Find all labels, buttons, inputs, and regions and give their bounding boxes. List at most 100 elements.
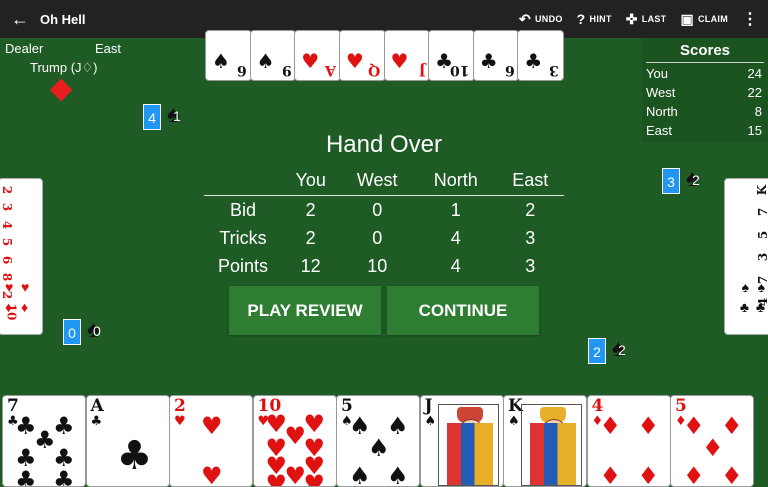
- table-header-row: You West North East: [204, 166, 564, 196]
- card-rank: 2 ♥: [174, 396, 186, 429]
- side-card-rank: 3: [756, 253, 768, 261]
- hand-card[interactable]: J ♠: [419, 395, 504, 487]
- back-arrow-icon[interactable]: ←: [0, 9, 40, 30]
- card-pip: ♦: [721, 462, 743, 487]
- column-header: [204, 166, 282, 196]
- hint-icon: ?: [576, 11, 586, 27]
- column-header: East: [496, 166, 564, 196]
- hand-card[interactable]: 4 ♦ ♦ ♦ ♦ ♦: [586, 395, 671, 487]
- card-rank: 9: [281, 62, 292, 78]
- card-pip: ♠: [256, 49, 275, 73]
- row-label: Tricks: [219, 227, 267, 248]
- card-pip: ♥: [21, 279, 30, 295]
- table-cell: 2: [305, 227, 316, 248]
- card-pip: ♣: [53, 466, 75, 487]
- card-rank: Q: [368, 62, 381, 78]
- hand-card[interactable]: A ♣ ♣: [85, 395, 170, 487]
- north-card: ♣ 3: [517, 30, 564, 81]
- card-pip: ♣: [524, 49, 543, 73]
- undo-button[interactable]: ↶ UNDO: [519, 11, 563, 28]
- tricks-count: 0: [93, 323, 101, 339]
- tricks-taken: ♠ 1: [167, 102, 189, 128]
- card-suit-icon: ♣: [90, 414, 103, 429]
- card-pip: ♣: [739, 299, 749, 315]
- table-cell: 1: [450, 199, 461, 220]
- bid-count: 2: [588, 338, 606, 364]
- table-row: Points 12 10 4 3: [204, 252, 564, 280]
- tricks-count: 2: [692, 172, 700, 188]
- north-card: ♠ 9: [249, 30, 297, 81]
- claim-button[interactable]: ▣ CLAIM: [680, 11, 728, 28]
- hand-card[interactable]: K ♠: [503, 395, 587, 487]
- hand-card[interactable]: 7 ♣ ♣ ♣ ♣ ♣ ♣ ♣ ♣: [2, 395, 86, 487]
- card-pip: ♥: [5, 279, 14, 295]
- card-rank: 6: [504, 62, 515, 78]
- continue-button[interactable]: CONTINUE: [387, 286, 539, 335]
- scores-panel: Scores You 24 West 22 North 8 East 15: [642, 38, 768, 142]
- last-trick-button[interactable]: ✜ LAST: [626, 11, 667, 28]
- north-card: ♥ A: [294, 30, 341, 81]
- card-pip: ♣: [755, 299, 765, 315]
- card-pip: ♦: [21, 299, 29, 315]
- card-pip: ♠: [757, 279, 765, 295]
- claim-icon: ▣: [680, 10, 694, 27]
- king-portrait: [521, 404, 582, 486]
- card-pip: ♦: [683, 462, 705, 487]
- claim-label: CLAIM: [698, 14, 728, 24]
- card-pip: ♦: [721, 412, 743, 440]
- player-hand: 7 ♣ ♣ ♣ ♣ ♣ ♣ ♣ ♣ A ♣ ♣ 2 ♥ ♥ ♥ 10 ♥ ♥ ♥ ♥ ♥ ♥ ♥ ♥ ♥ ♥ ♥ 5 ♠ ♠ ♠ ♠ ♠ ♠ J ♠ K ♠…: [2, 395, 768, 487]
- score-value: 8: [754, 104, 762, 119]
- hand-card[interactable]: 10 ♥ ♥ ♥ ♥ ♥ ♥ ♥ ♥ ♥ ♥ ♥: [252, 395, 337, 487]
- row-label: Bid: [229, 199, 256, 220]
- score-row: North 8: [642, 101, 768, 120]
- score-player: East: [646, 123, 673, 138]
- table-row: Bid 2 0 1 2: [204, 196, 564, 225]
- hand-over-table: You West North East Bid 2 0 1 2 Tricks 2…: [204, 166, 564, 280]
- score-player: West: [646, 85, 676, 100]
- table-cell: 2: [305, 199, 316, 220]
- card-suit-icon: ♠: [424, 414, 437, 429]
- side-card-rank: 3: [0, 203, 15, 212]
- card-pip: ♦: [637, 412, 660, 440]
- score-value: 15: [747, 123, 762, 138]
- side-card-rank: 4: [0, 220, 15, 230]
- card-pip: ♠: [349, 462, 371, 487]
- east-hand: K75374♠♠♣♣: [724, 178, 768, 335]
- app-title: Oh Hell: [40, 11, 86, 27]
- jack-portrait: [437, 404, 499, 486]
- trump-label: Trump (J♢): [30, 60, 98, 75]
- play-review-button[interactable]: PLAY REVIEW: [229, 286, 381, 335]
- card-pip: ♠: [741, 279, 749, 295]
- card-pip: ♦: [599, 412, 622, 440]
- card-pip: ♠: [212, 49, 230, 73]
- side-card-rank: 2: [0, 185, 15, 195]
- card-pip: ♥: [201, 462, 223, 487]
- side-card-rank: 6: [0, 255, 15, 264]
- side-card-rank: 7: [756, 208, 768, 216]
- row-label: Points: [217, 255, 269, 276]
- undo-label: UNDO: [534, 14, 563, 24]
- hand-card[interactable]: 5 ♦ ♦ ♦ ♦ ♦ ♦: [670, 395, 754, 487]
- overflow-menu-icon[interactable]: ⋮: [742, 9, 758, 29]
- tricks-taken: ♠ 0: [87, 317, 109, 343]
- card-pip: ♥: [345, 49, 364, 73]
- tricks-taken: ♠ 2: [686, 166, 708, 192]
- card-rank: J ♠: [424, 396, 437, 429]
- east-bid-badge: 3 ♠ 2: [662, 166, 708, 194]
- north-card: ♠ 6: [205, 30, 252, 81]
- north-card: ♥ Q: [338, 30, 386, 81]
- tricks-taken: ♠ 2: [612, 336, 634, 362]
- trump-diamond-icon: [49, 78, 73, 102]
- scores-title: Scores: [646, 42, 764, 63]
- north-card: ♣ 6: [472, 30, 520, 81]
- hand-card[interactable]: 2 ♥ ♥ ♥: [169, 395, 253, 487]
- bid-count: 0: [63, 319, 81, 345]
- tricks-count: 2: [618, 342, 626, 358]
- table-cell: 4: [450, 227, 461, 248]
- hand-card[interactable]: 5 ♠ ♠ ♠ ♠ ♠ ♠: [336, 395, 420, 487]
- card-suit-icon: ♥: [174, 414, 186, 429]
- hint-button[interactable]: ? HINT: [577, 11, 612, 27]
- south-bid-badge: 2 ♠ 2: [588, 336, 634, 364]
- card-pip: ♦: [637, 462, 660, 487]
- dealer-label: Dealer: [5, 41, 44, 56]
